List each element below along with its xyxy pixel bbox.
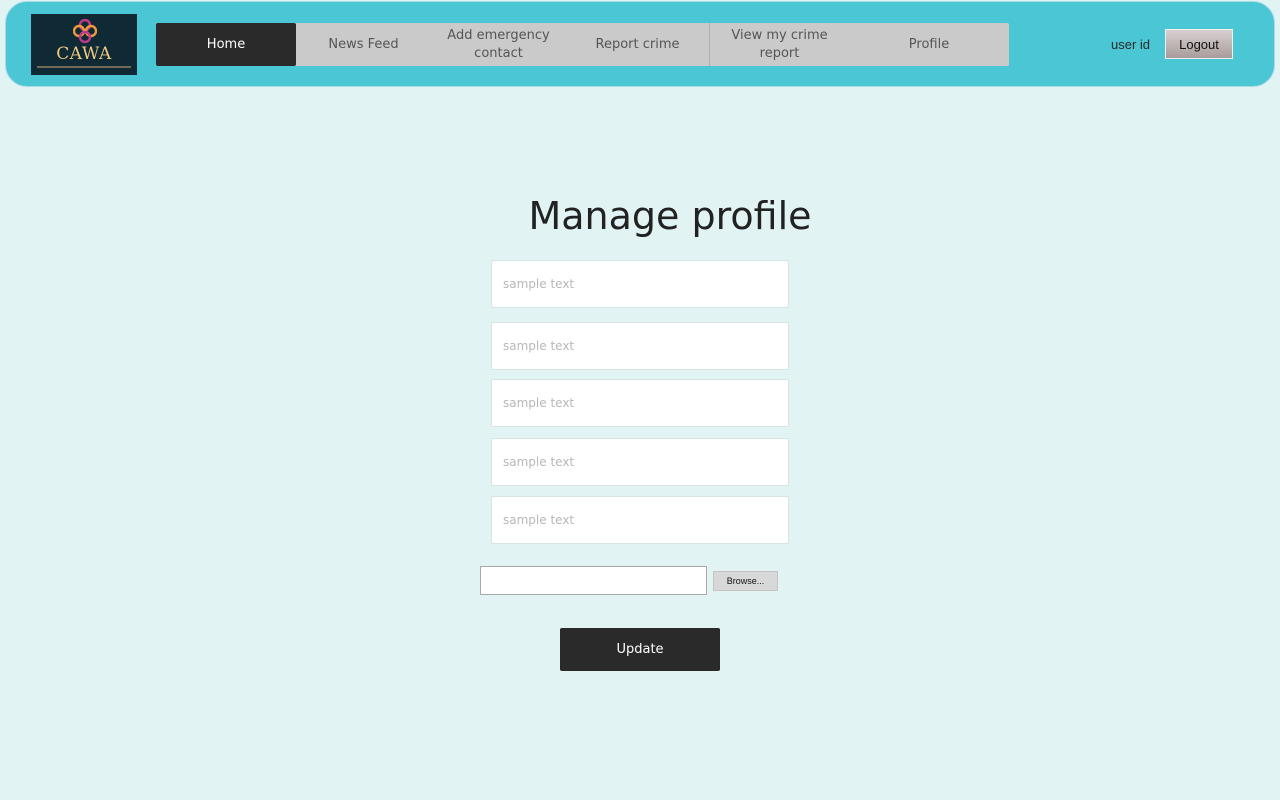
- nav-item-view-my-crime-report[interactable]: View my crime report: [710, 23, 849, 66]
- browse-button[interactable]: Browse...: [713, 571, 778, 591]
- nav-item-add-emergency-contact[interactable]: Add emergency contact: [431, 23, 566, 66]
- nav-item-profile[interactable]: Profile: [849, 23, 1009, 66]
- logo-tagline-mark: [37, 66, 131, 68]
- profile-field-2[interactable]: [491, 322, 789, 370]
- nav-item-news-feed[interactable]: News Feed: [296, 23, 431, 66]
- nav-item-report-crime[interactable]: Report crime: [566, 23, 709, 66]
- clover-logo-icon: [73, 19, 97, 43]
- cawa-logo[interactable]: CAWA: [31, 14, 137, 75]
- page-title: Manage profile: [528, 194, 812, 238]
- profile-field-1[interactable]: [491, 260, 789, 308]
- profile-field-3[interactable]: [491, 379, 789, 427]
- logout-button[interactable]: Logout: [1165, 29, 1233, 59]
- user-id-label: user id: [1111, 37, 1151, 52]
- file-path-field[interactable]: [480, 566, 707, 595]
- update-button[interactable]: Update: [560, 628, 720, 671]
- profile-field-5[interactable]: [491, 496, 789, 544]
- profile-field-4[interactable]: [491, 438, 789, 486]
- header-bar: CAWA Home News Feed Add emergency contac…: [5, 1, 1275, 87]
- main-nav: Home News Feed Add emergency contact Rep…: [156, 23, 1009, 66]
- logo-text: CAWA: [56, 44, 112, 64]
- nav-item-home[interactable]: Home: [156, 23, 296, 66]
